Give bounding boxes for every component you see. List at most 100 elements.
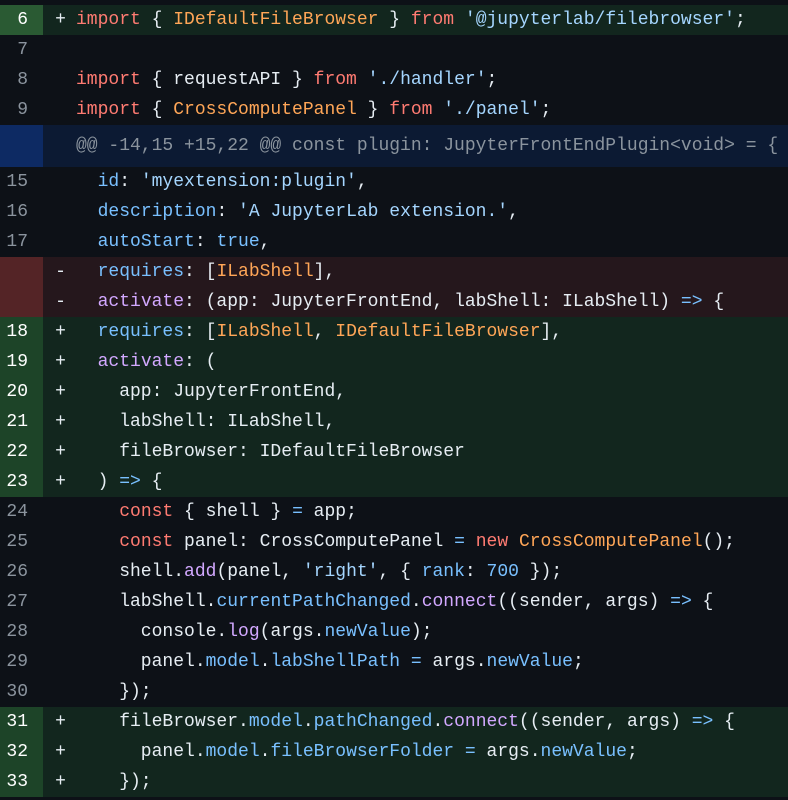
code-token: '@jupyterlab/filebrowser' bbox=[464, 10, 735, 30]
code-token: : (app: JupyterFrontEnd, labShell: ILabS… bbox=[184, 292, 681, 312]
line-number[interactable]: 33 bbox=[0, 767, 43, 797]
line-number[interactable]: 30 bbox=[0, 677, 43, 707]
code-token: } bbox=[378, 10, 411, 30]
code-token: = bbox=[454, 532, 465, 552]
line-number[interactable]: 7 bbox=[0, 35, 43, 65]
code-token: (panel, bbox=[216, 562, 303, 582]
line-number[interactable]: 29 bbox=[0, 647, 43, 677]
line-number[interactable]: 27 bbox=[0, 587, 43, 617]
diff-line-context[interactable]: 30 }); bbox=[0, 677, 788, 707]
diff-line-add[interactable]: 21 + labShell: ILabShell, bbox=[0, 407, 788, 437]
code-token: : bbox=[194, 232, 217, 252]
line-number[interactable]: 16 bbox=[0, 197, 43, 227]
line-number[interactable]: 6 bbox=[0, 5, 43, 35]
diff-line-add[interactable]: 6 + import { IDefaultFileBrowser } from '@… bbox=[0, 5, 788, 35]
code-token: { bbox=[140, 100, 174, 120]
code-token: console. bbox=[76, 622, 228, 642]
diff-line-add[interactable]: 18 + requires: [ILabShell, IDefaultFileBr… bbox=[0, 317, 788, 347]
line-number[interactable] bbox=[0, 125, 43, 167]
line-number[interactable]: 26 bbox=[0, 557, 43, 587]
line-number[interactable]: 20 bbox=[0, 377, 43, 407]
line-number[interactable]: 31 bbox=[0, 707, 43, 737]
diff-line-context[interactable]: 17 autoStart: true, bbox=[0, 227, 788, 257]
code-text: const { shell } = app; bbox=[76, 497, 788, 527]
diff-line-del[interactable]: - requires: [ILabShell], bbox=[0, 257, 788, 287]
diff-line-context[interactable]: 27 labShell.currentPathChanged.connect((… bbox=[0, 587, 788, 617]
diff-marker: + bbox=[55, 742, 66, 762]
diff-line-context[interactable]: 8 import { requestAPI } from './handler'; bbox=[0, 65, 788, 95]
line-number[interactable]: 8 bbox=[0, 65, 43, 95]
code-token: model bbox=[205, 742, 260, 762]
code-token: , bbox=[259, 232, 271, 252]
diff-line-context[interactable]: 26 shell.add(panel, 'right', { rank: 700… bbox=[0, 557, 788, 587]
code-token: }); bbox=[518, 562, 563, 582]
code-token: 'right' bbox=[302, 562, 379, 582]
diff-view[interactable]: 6 + import { IDefaultFileBrowser } from '@… bbox=[0, 0, 788, 800]
diff-line-add[interactable]: 19 + activate: ( bbox=[0, 347, 788, 377]
line-number[interactable]: 23 bbox=[0, 467, 43, 497]
line-number[interactable]: 24 bbox=[0, 497, 43, 527]
code-token: add bbox=[184, 562, 217, 582]
line-number[interactable] bbox=[0, 257, 43, 287]
code-token: { bbox=[702, 292, 725, 312]
diff-line-add[interactable]: 22 + fileBrowser: IDefaultFileBrowser bbox=[0, 437, 788, 467]
code-token: = bbox=[410, 652, 422, 672]
line-number[interactable]: 9 bbox=[0, 95, 43, 125]
diff-line-add[interactable]: 32 + panel.model.fileBrowserFolder = args… bbox=[0, 737, 788, 767]
diff-marker: - bbox=[55, 262, 66, 282]
code-token: . bbox=[410, 592, 422, 612]
line-number[interactable]: 17 bbox=[0, 227, 43, 257]
code-token: , { bbox=[378, 562, 422, 582]
code-text: fileBrowser.model.pathChanged.connect((s… bbox=[76, 707, 788, 737]
line-number[interactable] bbox=[0, 287, 43, 317]
code-token: requires bbox=[97, 262, 185, 282]
diff-line-context[interactable]: 9 import { CrossComputePanel } from './pa… bbox=[0, 95, 788, 125]
line-number[interactable]: 25 bbox=[0, 527, 43, 557]
line-number[interactable]: 18 bbox=[0, 317, 43, 347]
code-text: panel.model.labShellPath = args.newValue… bbox=[76, 647, 788, 677]
diff-line-context[interactable]: 24 const { shell } = app; bbox=[0, 497, 788, 527]
line-number[interactable]: 32 bbox=[0, 737, 43, 767]
code-text: const panel: CrossComputePanel = new Cro… bbox=[76, 527, 788, 557]
diff-line-context[interactable]: 25 const panel: CrossComputePanel = new … bbox=[0, 527, 788, 557]
diff-line-add[interactable]: 20 + app: JupyterFrontEnd, bbox=[0, 377, 788, 407]
code-token: { bbox=[140, 10, 174, 30]
code-token: fileBrowser. bbox=[76, 712, 249, 732]
code-token: { bbox=[691, 592, 714, 612]
diff-line-add[interactable]: 33 + }); bbox=[0, 767, 788, 797]
code-token: { bbox=[140, 472, 163, 492]
line-number[interactable]: 21 bbox=[0, 407, 43, 437]
diff-line-context[interactable]: 28 console.log(args.newValue); bbox=[0, 617, 788, 647]
code-token: => bbox=[670, 592, 692, 612]
diff-line-context[interactable]: 15 id: 'myextension:plugin', bbox=[0, 167, 788, 197]
diff-line-add[interactable]: 31 + fileBrowser.model.pathChanged.connec… bbox=[0, 707, 788, 737]
line-number[interactable]: 22 bbox=[0, 437, 43, 467]
code-text: import { requestAPI } from './handler'; bbox=[76, 65, 788, 95]
code-token: id bbox=[97, 172, 120, 192]
code-token: { requestAPI } bbox=[140, 70, 314, 90]
diff-line-del[interactable]: - activate: (app: JupyterFrontEnd, labSh… bbox=[0, 287, 788, 317]
diff-line-context[interactable]: 16 description: 'A JupyterLab extension.… bbox=[0, 197, 788, 227]
code-token: fileBrowser: IDefaultFileBrowser bbox=[76, 442, 465, 462]
line-number[interactable]: 15 bbox=[0, 167, 43, 197]
line-number[interactable]: 19 bbox=[0, 347, 43, 377]
code-token: => bbox=[680, 292, 703, 312]
line-number[interactable]: 28 bbox=[0, 617, 43, 647]
code-text: autoStart: true, bbox=[76, 227, 788, 257]
code-token: IDefaultFileBrowser bbox=[335, 322, 541, 342]
diff-marker: - bbox=[55, 292, 66, 312]
code-token: ], bbox=[540, 322, 563, 342]
code-token: . bbox=[302, 712, 314, 732]
code-token: pathChanged bbox=[313, 712, 433, 732]
code-token: } bbox=[356, 100, 390, 120]
diff-line-context[interactable]: 29 panel.model.labShellPath = args.newVa… bbox=[0, 647, 788, 677]
code-token: @@ -14,15 +15,22 @@ const plugin: Jupyte… bbox=[76, 136, 779, 156]
diff-line-context[interactable]: 7 bbox=[0, 35, 788, 65]
diff-marker: + bbox=[55, 322, 66, 342]
hunk-header[interactable]: @@ -14,15 +15,22 @@ const plugin: Jupyte… bbox=[0, 125, 788, 167]
diff-line-add[interactable]: 23 + ) => { bbox=[0, 467, 788, 497]
